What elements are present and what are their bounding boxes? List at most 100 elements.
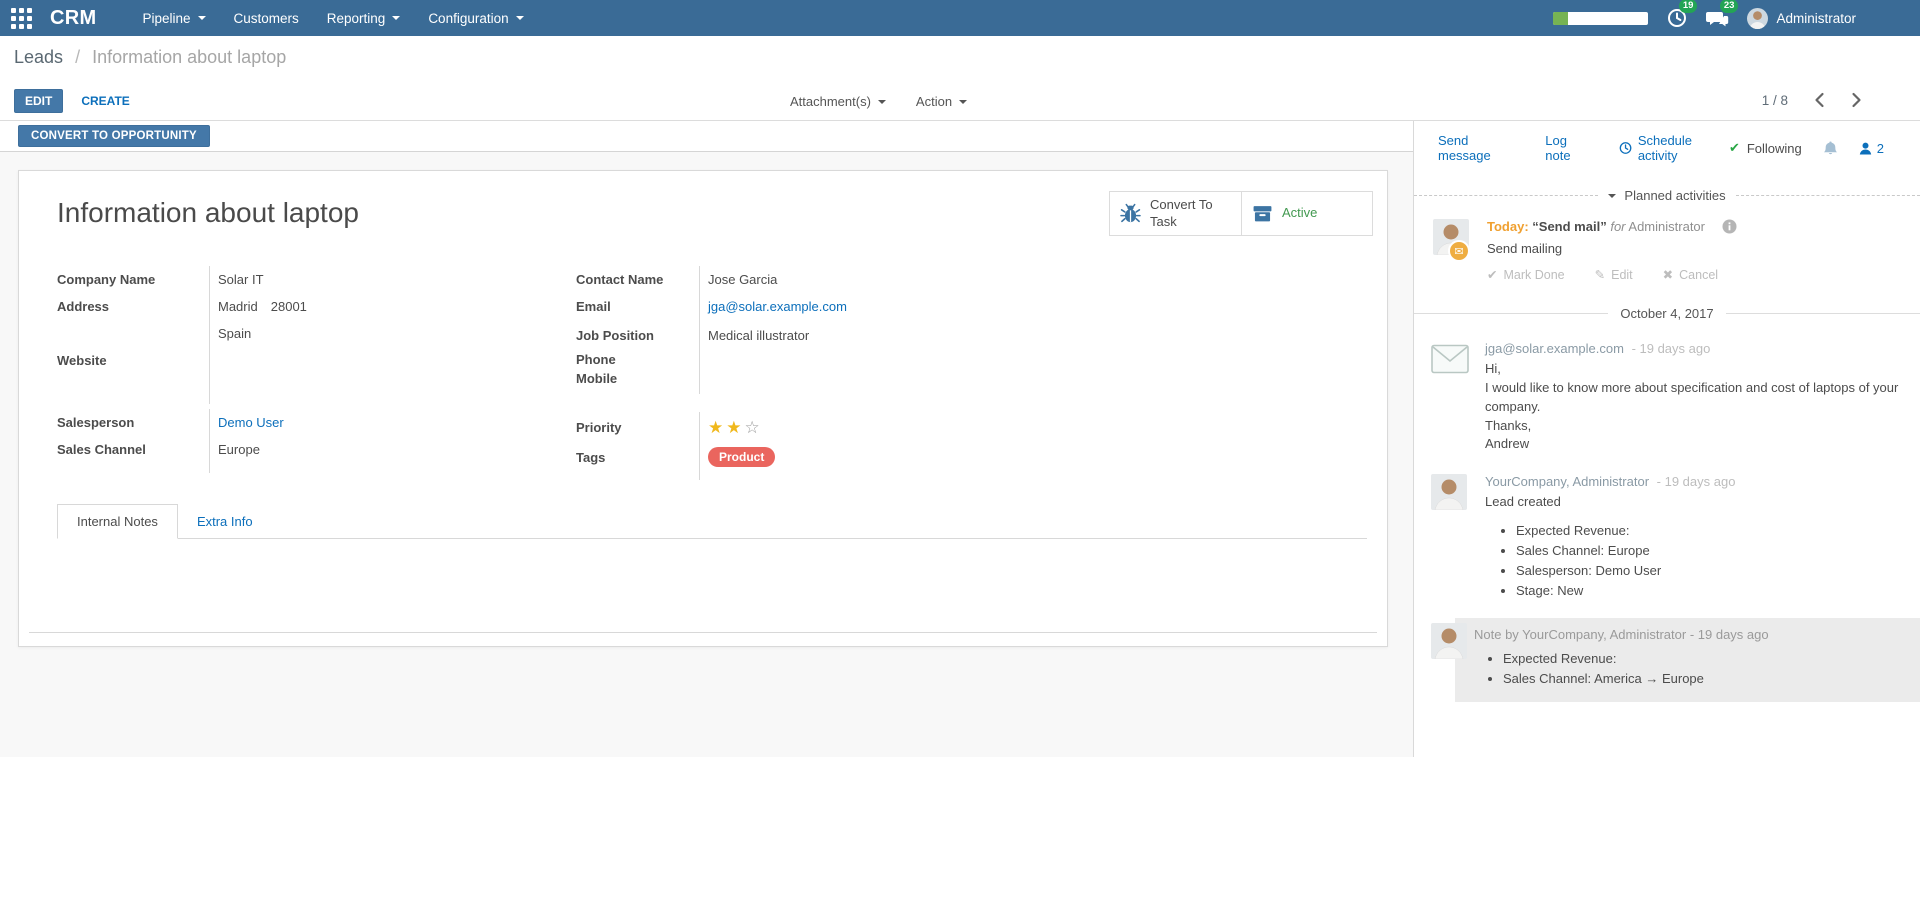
message-avatar: [1431, 341, 1467, 454]
address-country-value[interactable]: Spain: [218, 326, 251, 341]
tab-internal-notes[interactable]: Internal Notes: [57, 504, 178, 539]
x-icon: ✖: [1663, 267, 1673, 282]
menu-customers[interactable]: Customers: [234, 11, 299, 26]
salesperson-value[interactable]: Demo User: [218, 415, 284, 430]
active-label: Active: [1282, 205, 1317, 221]
website-label: Website: [57, 353, 107, 368]
stat-button-box: Convert To Task Active: [1109, 191, 1373, 236]
activity-avatar: ✉: [1433, 219, 1469, 282]
chatter-panel: Send message Log note Schedule activity …: [1413, 121, 1920, 757]
email-value[interactable]: jga@solar.example.com: [708, 299, 847, 314]
caret-down-icon: [392, 16, 400, 20]
mark-done-button[interactable]: ✔ Mark Done: [1487, 267, 1565, 282]
info-icon[interactable]: [1722, 219, 1737, 234]
activity-due: Today:: [1487, 219, 1529, 234]
menu-reporting[interactable]: Reporting: [327, 11, 401, 26]
email-label: Email: [576, 299, 611, 314]
chatter-topbar: Send message Log note Schedule activity …: [1414, 121, 1920, 163]
notebook-tabs: Internal Notes Extra Info: [57, 504, 1367, 539]
menu-pipeline[interactable]: Pipeline: [142, 11, 205, 26]
schedule-activity-button[interactable]: Schedule activity: [1619, 133, 1729, 163]
tracking-values: Expected Revenue: Sales Channel: Europe …: [1485, 521, 1900, 601]
create-button[interactable]: CREATE: [81, 94, 129, 108]
chatter-message-note: Note by YourCompany, Administrator - 19 …: [1414, 618, 1920, 702]
address-city-value[interactable]: Madrid: [218, 299, 258, 314]
convert-to-opportunity-button[interactable]: CONVERT TO OPPORTUNITY: [18, 125, 210, 147]
email-activity-badge-icon: ✉: [1448, 240, 1470, 262]
activity-assignee: Administrator: [1628, 219, 1705, 234]
log-note-button[interactable]: Log note: [1545, 133, 1592, 163]
activity-clock-button[interactable]: 19: [1666, 7, 1688, 29]
message-body: Lead created: [1485, 493, 1900, 512]
tab-extra-info[interactable]: Extra Info: [178, 504, 272, 538]
message-author[interactable]: Note by YourCompany, Administrator: [1474, 627, 1686, 642]
activity-actions: ✔ Mark Done ✎ Edit ✖ Cancel: [1487, 267, 1900, 282]
send-message-button[interactable]: Send message: [1438, 133, 1519, 163]
user-menu[interactable]: Administrator: [1747, 8, 1856, 29]
active-toggle-button[interactable]: Active: [1241, 192, 1372, 235]
progressbar-fill: [1553, 12, 1567, 25]
breadcrumb-leads[interactable]: Leads: [14, 47, 63, 67]
archive-box-icon: [1252, 203, 1273, 224]
message-timestamp: - 19 days ago: [1690, 627, 1769, 642]
breadcrumb: Leads / Information about laptop: [14, 47, 286, 68]
pencil-icon: ✎: [1595, 267, 1605, 282]
address-zip-value[interactable]: 28001: [271, 299, 307, 314]
planned-activities-progressbar[interactable]: [1553, 12, 1648, 25]
user-avatar: [1431, 474, 1467, 510]
messages-button[interactable]: 23: [1706, 7, 1729, 29]
date-divider-label: October 4, 2017: [1608, 306, 1725, 321]
sheet-divider: [29, 632, 1377, 633]
edit-activity-button[interactable]: ✎ Edit: [1595, 267, 1633, 282]
message-avatar: [1431, 623, 1467, 659]
attachments-dropdown[interactable]: Attachment(s): [790, 94, 886, 109]
user-avatar: [1431, 623, 1467, 659]
control-panel: Leads / Information about laptop EDIT CR…: [0, 36, 1920, 121]
convert-to-task-label: Convert To Task: [1150, 197, 1213, 230]
bell-icon[interactable]: [1823, 140, 1838, 156]
left-field-column: Company Name Address Website Solar IT Ma…: [57, 266, 576, 480]
contact-name-value[interactable]: Jose Garcia: [708, 272, 777, 287]
company-name-label: Company Name: [57, 272, 155, 287]
user-avatar: [1747, 8, 1768, 29]
pager-previous-icon[interactable]: [1814, 92, 1825, 108]
message-author[interactable]: YourCompany, Administrator: [1485, 474, 1649, 489]
contact-name-label: Contact Name: [576, 272, 663, 287]
star-empty-icon[interactable]: ☆: [745, 419, 760, 436]
salesperson-label: Salesperson: [57, 415, 134, 430]
followers-button[interactable]: 2: [1859, 141, 1884, 156]
caret-down-icon: [959, 100, 967, 104]
chatter-message-log: YourCompany, Administrator - 19 days ago…: [1414, 454, 1920, 601]
app-brand[interactable]: CRM: [50, 7, 96, 30]
activity-detail: Send mailing: [1487, 241, 1900, 256]
internal-notes-content[interactable]: [39, 539, 1367, 632]
job-position-value[interactable]: Medical illustrator: [708, 328, 809, 343]
priority-label: Priority: [576, 420, 622, 435]
action-dropdown[interactable]: Action: [916, 94, 967, 109]
company-name-value[interactable]: Solar IT: [218, 272, 264, 287]
star-filled-icon[interactable]: ★: [708, 419, 723, 436]
menu-configuration[interactable]: Configuration: [428, 11, 523, 26]
message-header: Note by YourCompany, Administrator - 19 …: [1474, 627, 1904, 642]
message-author[interactable]: jga@solar.example.com: [1485, 341, 1624, 356]
planned-activities-toggle[interactable]: Planned activities: [1414, 188, 1920, 203]
message-body: Hi, I would like to know more about spec…: [1485, 360, 1900, 454]
tags-label: Tags: [576, 450, 605, 465]
following-button[interactable]: ✔ Following: [1729, 140, 1802, 156]
activity-summary: “Send mail”: [1532, 219, 1606, 234]
date-divider: October 4, 2017: [1414, 306, 1920, 321]
activity-headline: Today: “Send mail” for Administrator: [1487, 219, 1900, 234]
caret-down-icon: [516, 16, 524, 20]
pager-next-icon[interactable]: [1851, 92, 1862, 108]
cancel-activity-button[interactable]: ✖ Cancel: [1663, 267, 1718, 282]
convert-to-task-button[interactable]: Convert To Task: [1110, 192, 1241, 235]
activity-count-badge: 19: [1679, 0, 1698, 13]
message-header: YourCompany, Administrator - 19 days ago: [1485, 474, 1900, 489]
record-pager: 1 / 8: [1762, 92, 1862, 108]
sales-channel-value[interactable]: Europe: [218, 442, 260, 457]
star-filled-icon[interactable]: ★: [726, 419, 741, 436]
main-menu: Pipeline Customers Reporting Configurati…: [142, 11, 523, 26]
apps-menu-icon[interactable]: [11, 8, 32, 29]
tag-product[interactable]: Product: [708, 447, 775, 468]
edit-button[interactable]: EDIT: [14, 89, 63, 113]
